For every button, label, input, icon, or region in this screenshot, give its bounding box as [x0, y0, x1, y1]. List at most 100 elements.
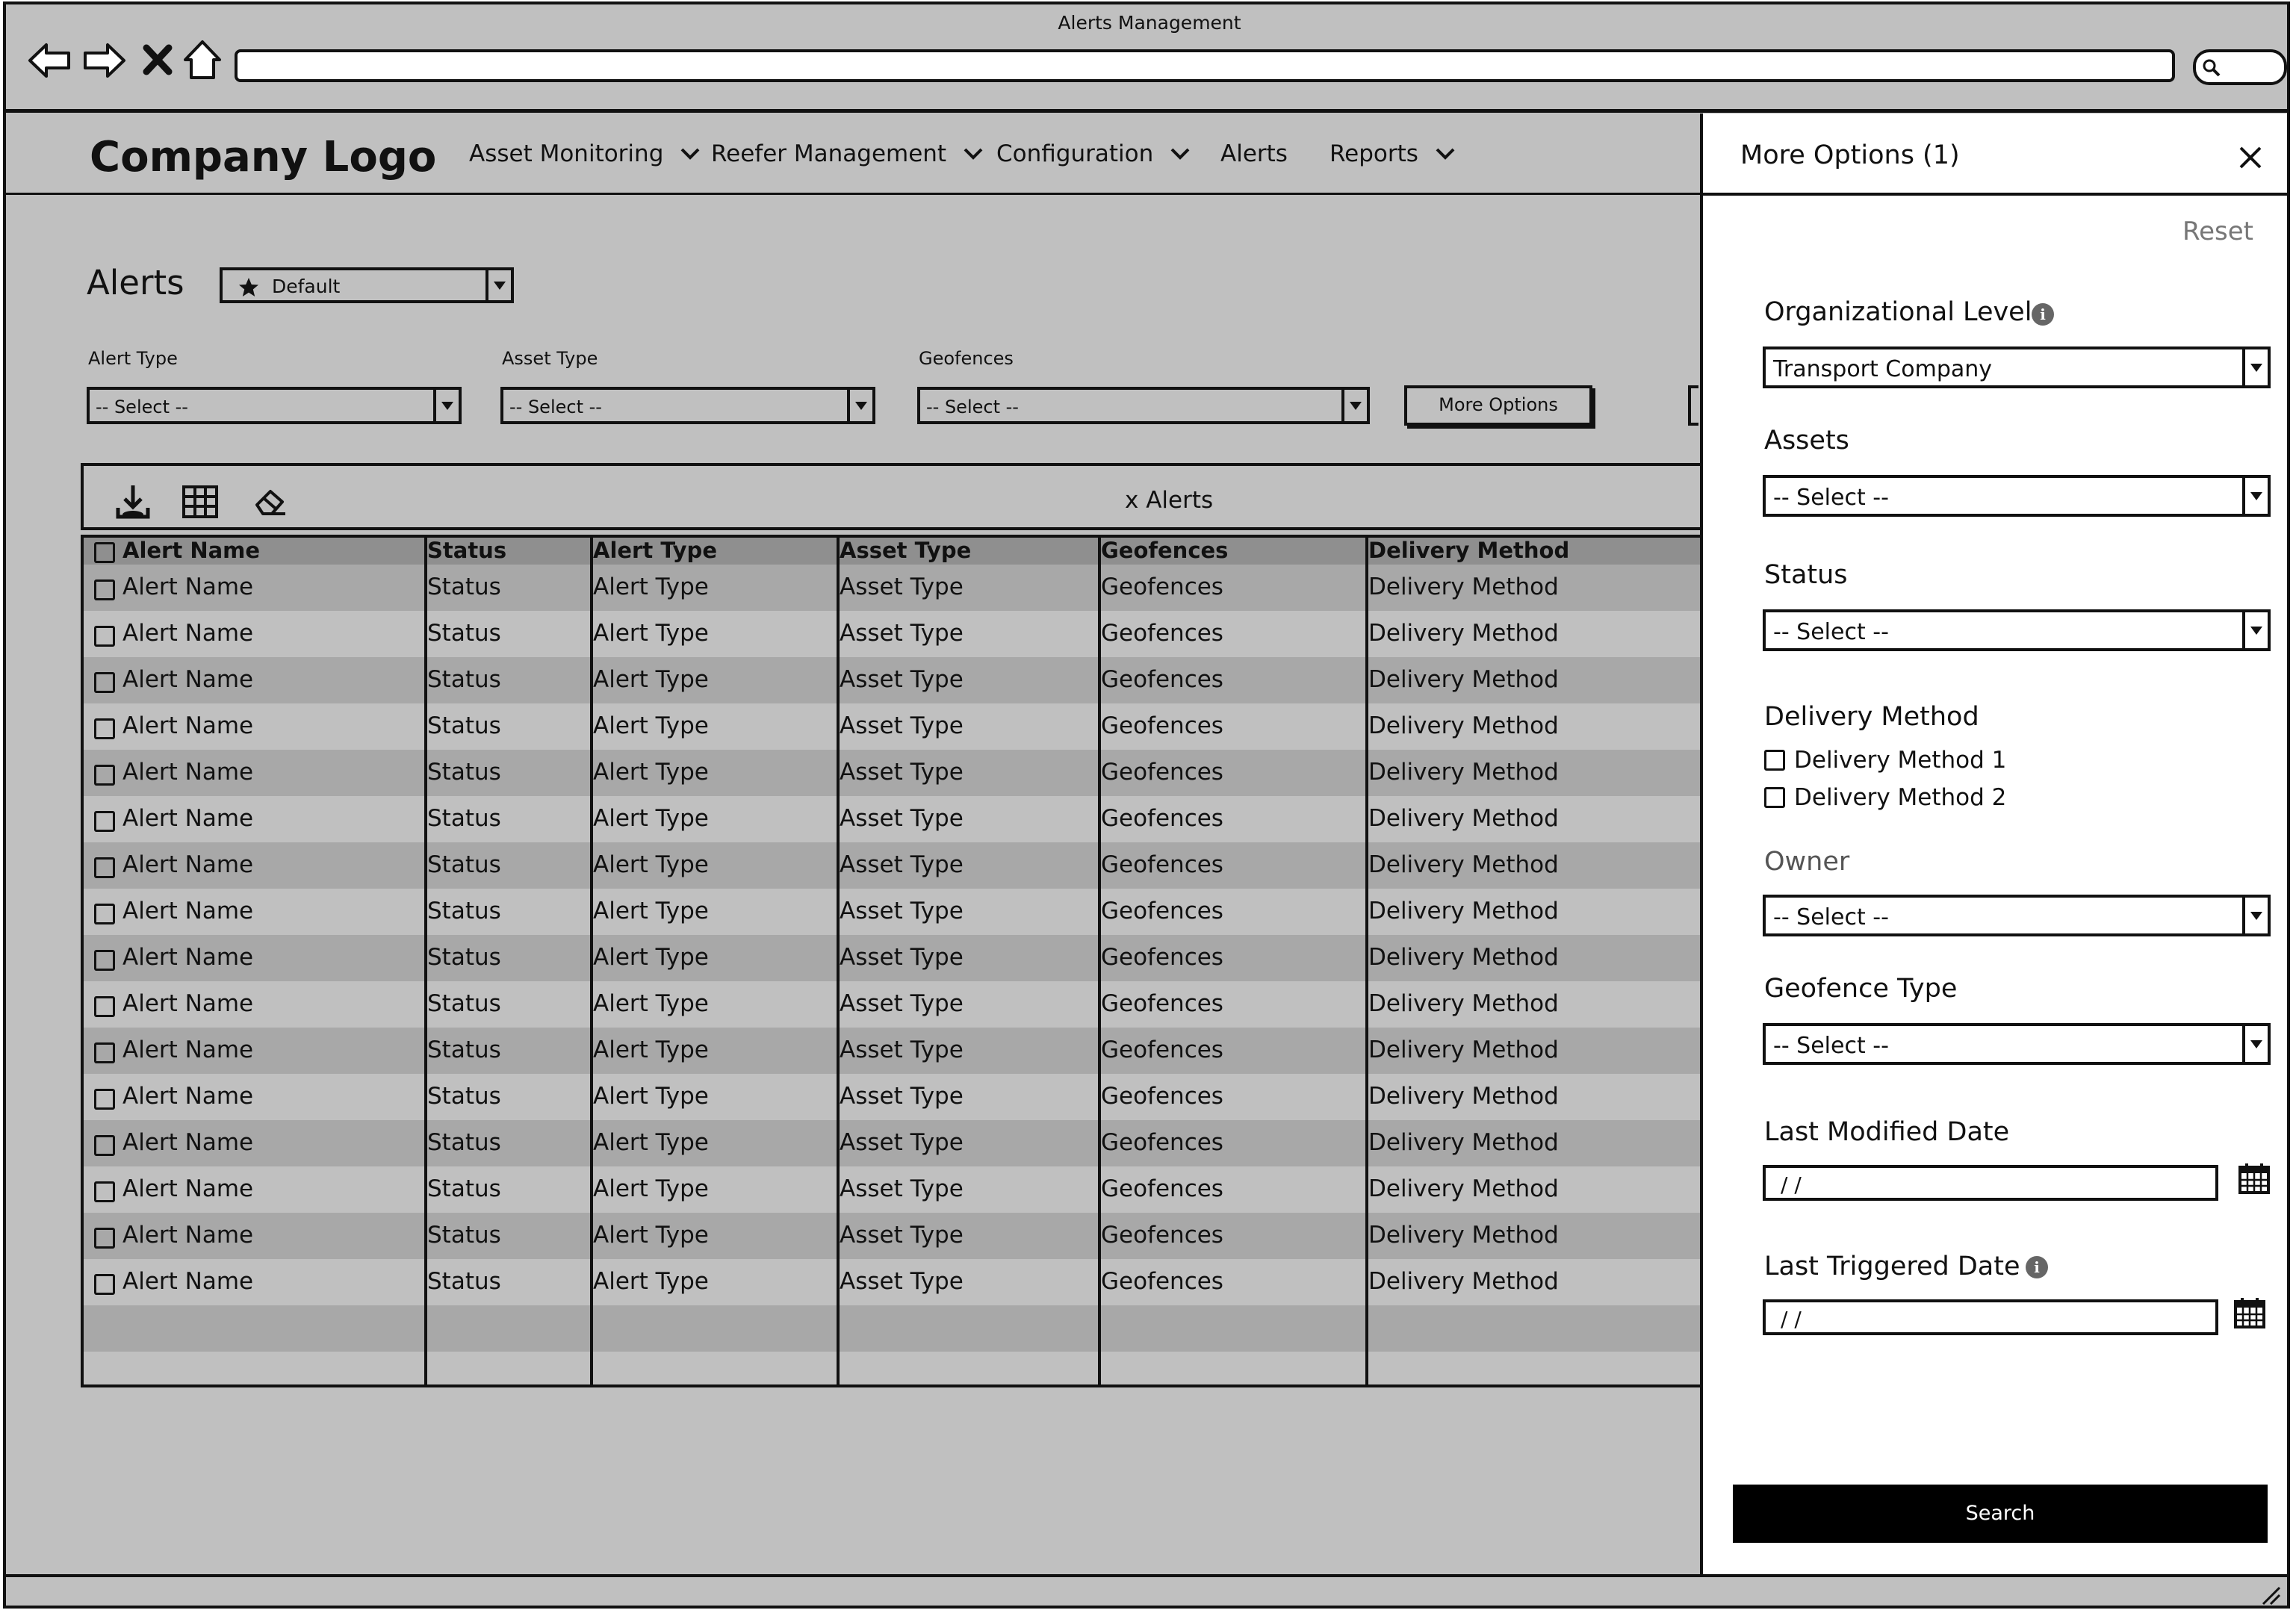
last-modified-date-input[interactable]: / /: [1763, 1165, 2218, 1201]
eraser-icon[interactable]: [251, 482, 290, 521]
table-row[interactable]: Alert Name Status Alert Type Asset Type Geof…: [84, 1166, 1701, 1213]
obscured-button[interactable]: [1688, 385, 1698, 426]
table-cell: Status: [427, 574, 501, 600]
table-row[interactable]: Alert Name Status Alert Type Asset Type Geof…: [84, 981, 1701, 1028]
column-header[interactable]: Status: [427, 538, 506, 563]
close-icon[interactable]: [2235, 142, 2266, 173]
column-header[interactable]: Asset Type: [840, 538, 971, 563]
table-row[interactable]: Alert Name Status Alert Type Asset Type Geof…: [84, 796, 1701, 842]
search-button[interactable]: Search: [1733, 1485, 2268, 1543]
checkbox[interactable]: [1764, 750, 1785, 771]
dropdown-arrow-icon: [2242, 612, 2268, 648]
assets-select[interactable]: -- Select --: [1763, 475, 2271, 517]
row-checkbox[interactable]: [94, 626, 115, 647]
table-row[interactable]: Alert Name Status Alert Type Asset Type Geof…: [84, 935, 1701, 981]
row-checkbox[interactable]: [94, 579, 115, 600]
more-options-button[interactable]: More Options: [1404, 385, 1592, 426]
table-row[interactable]: Alert Name Status Alert Type Asset Type Geof…: [84, 611, 1701, 657]
download-icon[interactable]: [114, 482, 152, 521]
geofences-select[interactable]: -- Select --: [917, 387, 1370, 424]
table-row[interactable]: Alert Name Status Alert Type Asset Type Geof…: [84, 1028, 1701, 1074]
last-triggered-date-input[interactable]: / /: [1763, 1299, 2218, 1335]
chevron-down-icon: [680, 148, 700, 160]
stop-icon[interactable]: [134, 37, 181, 84]
info-icon[interactable]: i: [2032, 303, 2054, 326]
row-checkbox[interactable]: [94, 718, 115, 739]
table-row[interactable]: Alert Name Status Alert Type Asset Type Geof…: [84, 1213, 1701, 1259]
nav-reefer-management[interactable]: Reefer Management: [711, 140, 984, 167]
table-cell: Geofences: [1101, 1083, 1223, 1110]
column-header[interactable]: Delivery Method: [1368, 538, 1569, 563]
table-cell: Geofences: [1101, 712, 1223, 739]
row-checkbox[interactable]: [94, 904, 115, 924]
row-checkbox[interactable]: [94, 765, 115, 786]
row-checkbox[interactable]: [94, 1274, 115, 1295]
row-checkbox[interactable]: [94, 672, 115, 693]
calendar-icon[interactable]: [2238, 1162, 2271, 1195]
nav-configuration[interactable]: Configuration: [996, 140, 1191, 167]
checkbox[interactable]: [1764, 787, 1785, 808]
table-cell: Geofences: [1101, 805, 1223, 832]
table-cell: Status: [427, 1268, 501, 1295]
dropdown-arrow-icon: [2242, 1026, 2268, 1062]
row-checkbox[interactable]: [94, 811, 115, 832]
calendar-icon[interactable]: [2233, 1296, 2266, 1329]
nav-asset-monitoring[interactable]: Asset Monitoring: [469, 140, 701, 167]
row-checkbox[interactable]: [94, 1181, 115, 1202]
home-icon[interactable]: [179, 37, 226, 84]
forward-icon[interactable]: [81, 37, 127, 84]
table-row[interactable]: Alert Name Status Alert Type Asset Type Geof…: [84, 703, 1701, 750]
info-icon[interactable]: i: [2026, 1256, 2048, 1278]
table-cell: Alert Type: [593, 805, 709, 832]
row-checkbox[interactable]: [94, 1089, 115, 1110]
row-checkbox[interactable]: [94, 996, 115, 1017]
table-row[interactable]: Alert Name Status Alert Type Asset Type Geof…: [84, 889, 1701, 935]
resize-grip-icon[interactable]: [2260, 1585, 2281, 1606]
table-row[interactable]: Alert Name Status Alert Type Asset Type Geof…: [84, 1259, 1701, 1305]
delivery-method-1-checkbox[interactable]: Delivery Method 1: [1764, 747, 2006, 774]
table-cell: Alert Name: [122, 1083, 254, 1110]
table-row[interactable]: Alert Name Status Alert Type Asset Type Geof…: [84, 1074, 1701, 1120]
table-cell: Alert Type: [593, 666, 709, 693]
table-cell: Alert Type: [593, 620, 709, 647]
nav-alerts[interactable]: Alerts: [1220, 140, 1288, 167]
table-row[interactable]: Alert Name Status Alert Type Asset Type Geof…: [84, 657, 1701, 703]
column-header[interactable]: Alert Name: [122, 538, 260, 563]
column-header[interactable]: Geofences: [1101, 538, 1228, 563]
table-row[interactable]: Alert Name Status Alert Type Asset Type Geof…: [84, 565, 1701, 611]
row-checkbox[interactable]: [94, 1042, 115, 1063]
date-value: / /: [1781, 1307, 1802, 1331]
grid-icon[interactable]: [181, 482, 220, 521]
row-checkbox[interactable]: [94, 950, 115, 971]
reset-link[interactable]: Reset: [2182, 217, 2253, 246]
nav-label: Asset Monitoring: [469, 140, 664, 167]
table-cell: Asset Type: [840, 851, 964, 878]
column-header[interactable]: Alert Type: [593, 538, 717, 563]
browser-search-field[interactable]: [2193, 49, 2287, 85]
org-level-select[interactable]: Transport Company: [1763, 346, 2271, 388]
row-checkbox[interactable]: [94, 1228, 115, 1249]
row-checkbox[interactable]: [94, 1135, 115, 1156]
table-cell: Alert Name: [122, 1175, 254, 1202]
column-divider: [837, 538, 840, 1384]
date-value: / /: [1781, 1172, 1802, 1197]
table-cell: Delivery Method: [1368, 1222, 1559, 1249]
table-toolbar: x Alerts: [81, 463, 1701, 530]
back-icon[interactable]: [27, 37, 73, 84]
saved-view-select[interactable]: Default: [220, 267, 514, 303]
select-all-checkbox[interactable]: [94, 542, 115, 563]
owner-select[interactable]: -- Select --: [1763, 895, 2271, 936]
status-select[interactable]: -- Select --: [1763, 609, 2271, 651]
table-row[interactable]: Alert Name Status Alert Type Asset Type Geof…: [84, 842, 1701, 889]
table-row[interactable]: Alert Name Status Alert Type Asset Type Geof…: [84, 750, 1701, 796]
asset-type-select[interactable]: -- Select --: [500, 387, 875, 424]
table-cell: Alert Name: [122, 759, 254, 786]
delivery-method-2-checkbox[interactable]: Delivery Method 2: [1764, 784, 2006, 811]
geofence-type-select[interactable]: -- Select --: [1763, 1023, 2271, 1065]
table-row[interactable]: Alert Name Status Alert Type Asset Type Geof…: [84, 1120, 1701, 1166]
row-checkbox[interactable]: [94, 857, 115, 878]
alert-type-select[interactable]: -- Select --: [87, 387, 462, 424]
nav-reports[interactable]: Reports: [1329, 140, 1456, 167]
url-bar[interactable]: [235, 49, 2175, 82]
company-logo[interactable]: Company Logo: [90, 133, 436, 181]
